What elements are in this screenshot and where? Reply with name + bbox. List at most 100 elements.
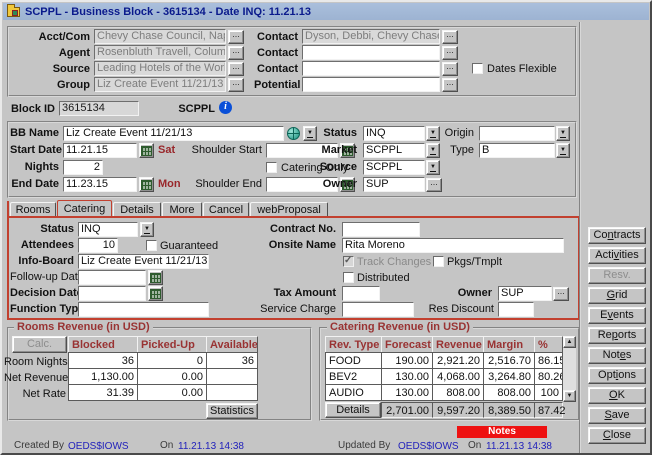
pkgs-tmplt-checkbox[interactable] <box>433 256 444 267</box>
statistics-button[interactable]: Statistics <box>206 403 258 419</box>
notes-lamp[interactable]: Notes <box>457 426 547 438</box>
info-icon[interactable]: i <box>219 101 232 114</box>
scroll-up-icon[interactable]: ▲ <box>563 336 576 348</box>
contact1-field[interactable]: Dyson, Debbi, Chevy Chase, 1800-123- <box>302 29 440 44</box>
followup-calendar-icon[interactable] <box>148 270 163 285</box>
contact3-field[interactable] <box>302 61 440 76</box>
tab-details[interactable]: Details <box>113 202 161 217</box>
decision-date-field[interactable] <box>78 286 146 301</box>
source-label: Source <box>10 63 90 76</box>
cat-owner-lov-button[interactable]: ... <box>553 287 569 301</box>
property-label: SCPPL <box>162 103 215 116</box>
cat-cell: 3,264.80 <box>483 368 535 385</box>
end-date-calendar-icon[interactable] <box>139 177 154 192</box>
nights-field[interactable]: 2 <box>63 160 103 175</box>
origin-dropdown-button[interactable]: ▼ <box>556 126 570 141</box>
end-date-field[interactable]: 11.23.15 <box>63 177 137 192</box>
globe-icon[interactable] <box>287 127 300 140</box>
followup-date-label: Follow-up Date <box>10 271 74 284</box>
dates-flexible-checkbox[interactable] <box>472 63 483 74</box>
distributed-checkbox[interactable] <box>343 272 354 283</box>
options-button[interactable]: Options <box>588 367 646 384</box>
contact3-lov-button[interactable]: ... <box>442 62 458 76</box>
attendees-field[interactable]: 10 <box>78 238 118 253</box>
contact2-field[interactable] <box>302 45 440 60</box>
start-date-field[interactable]: 11.21.15 <box>63 143 137 158</box>
owner-field[interactable]: SUP <box>363 177 425 192</box>
group-field[interactable]: Liz Create Event 11/21/13 <box>94 77 226 92</box>
rooms-cell: 0 <box>137 352 207 369</box>
acct-com-field[interactable]: Chevy Chase Council, Naples, <box>94 29 226 44</box>
rooms-col-available: Available <box>206 336 258 353</box>
bb-name-label: BB Name <box>10 127 59 140</box>
market-field[interactable]: SCPPL <box>363 143 425 158</box>
grid-button[interactable]: Grid <box>588 287 646 304</box>
created-by-value: OEDS$IOWS <box>68 441 129 452</box>
rooms-col-pickedup: Picked-Up <box>137 336 207 353</box>
scroll-down-icon[interactable]: ▼ <box>563 390 576 402</box>
bb-source-dropdown-button[interactable]: ▼ <box>426 160 440 175</box>
type-dropdown-button[interactable]: ▼ <box>556 143 570 158</box>
acct-com-lov-button[interactable]: ... <box>228 30 244 44</box>
service-charge-field[interactable] <box>342 302 414 317</box>
status-dropdown-button[interactable]: ▼ <box>426 126 440 141</box>
tab-webproposal[interactable]: webProposal <box>250 202 328 217</box>
source-lov-button[interactable]: ... <box>228 62 244 76</box>
agent-field[interactable]: Rosenbluth Travell, Columbia, 1800-r <box>94 45 226 60</box>
followup-date-field[interactable] <box>78 270 146 285</box>
window-title: SCPPL - Business Block - 3615134 - Date … <box>25 6 311 18</box>
shoulder-start-label: Shoulder Start <box>172 144 262 157</box>
cat-owner-field[interactable]: SUP <box>498 286 552 301</box>
tab-cancel[interactable]: Cancel <box>203 202 249 217</box>
contact2-lov-button[interactable]: ... <box>442 46 458 60</box>
block-id-field: 3615134 <box>59 101 139 116</box>
cat-cell: 808.00 <box>432 384 484 401</box>
owner-lov-button[interactable]: ... <box>426 178 442 192</box>
distributed-label: Distributed <box>357 272 410 285</box>
close-button[interactable]: Close <box>588 427 646 444</box>
bb-source-field[interactable]: SCPPL <box>363 160 425 175</box>
contact2-label: Contact <box>254 47 298 60</box>
tax-amount-field[interactable] <box>342 286 380 301</box>
details-button[interactable]: Details <box>325 402 381 418</box>
catering-only-checkbox[interactable] <box>266 162 277 173</box>
guaranteed-checkbox[interactable] <box>146 240 157 251</box>
function-type-field[interactable] <box>78 302 209 317</box>
market-dropdown-button[interactable]: ▼ <box>426 143 440 158</box>
contact1-lov-button[interactable]: ... <box>442 30 458 44</box>
contracts-button[interactable]: Contracts <box>588 227 646 244</box>
activities-button[interactable]: Activities <box>588 247 646 264</box>
cat-status-dropdown-button[interactable]: ▼ <box>140 222 154 237</box>
title-bar[interactable]: SCPPL - Business Block - 3615134 - Date … <box>3 3 649 20</box>
notes-button[interactable]: Notes <box>588 347 646 364</box>
ok-button[interactable]: OK <box>588 387 646 404</box>
agent-lov-button[interactable]: ... <box>228 46 244 60</box>
decision-calendar-icon[interactable] <box>148 286 163 301</box>
status-field[interactable]: INQ <box>363 126 425 141</box>
res-discount-field[interactable] <box>498 302 534 317</box>
tab-more[interactable]: More <box>162 202 202 217</box>
onsite-name-field[interactable]: Rita Moreno <box>342 238 564 253</box>
tab-rooms[interactable]: Rooms <box>10 202 56 217</box>
save-button[interactable]: Save <box>588 407 646 424</box>
tab-catering[interactable]: Catering <box>57 200 112 217</box>
cat-cell: 86.15 <box>534 352 563 369</box>
chevron-down-icon: ▼ <box>560 130 566 138</box>
contract-no-field[interactable] <box>342 222 420 237</box>
potential-lov-button[interactable]: ... <box>442 78 458 92</box>
info-board-field[interactable]: Liz Create Event 11/21/13 <box>78 254 209 269</box>
group-label: Group <box>10 79 90 92</box>
events-button[interactable]: Events <box>588 307 646 324</box>
contact3-label: Contact <box>254 63 298 76</box>
type-field[interactable]: B <box>479 143 555 158</box>
potential-field[interactable] <box>302 77 440 92</box>
start-date-calendar-icon[interactable] <box>139 143 154 158</box>
rooms-col-blocked: Blocked <box>68 336 138 353</box>
cat-status-field[interactable]: INQ <box>78 222 138 237</box>
group-lov-button[interactable]: ... <box>228 78 244 92</box>
cat-total-forecast: 2,701.00 <box>381 402 433 418</box>
origin-field[interactable] <box>479 126 555 141</box>
bb-name-field[interactable]: Liz Create Event 11/21/13 <box>63 126 284 141</box>
source-field[interactable]: Leading Hotels of the World, Naples, <box>94 61 226 76</box>
reports-button[interactable]: Reports <box>588 327 646 344</box>
